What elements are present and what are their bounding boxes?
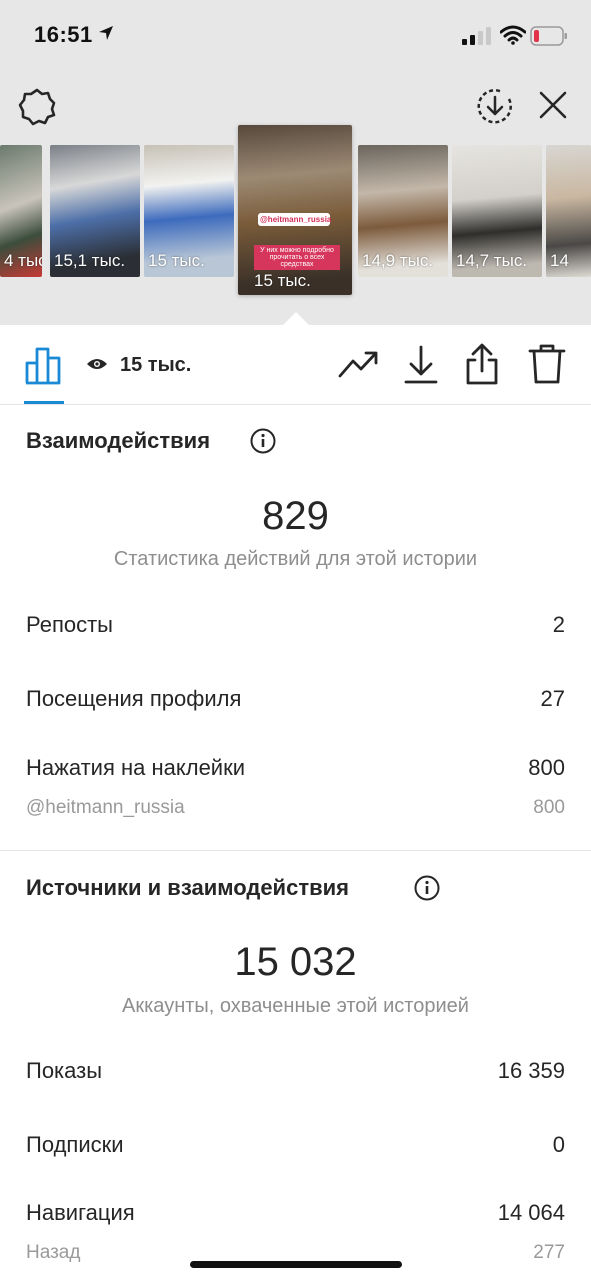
home-indicator[interactable] <box>190 1261 402 1268</box>
cell-signal-icon <box>462 27 491 45</box>
impressions-label: Показы <box>26 1058 103 1083</box>
story-thumbnail[interactable]: 14,9 тыс. <box>358 145 448 277</box>
status-time: 16:51 <box>34 22 93 47</box>
story-thumbnail[interactable]: 14,7 тыс. <box>452 145 542 277</box>
reposts-label: Репосты <box>26 612 113 637</box>
status-bar: 16:51 <box>0 0 591 70</box>
follows-label: Подписки <box>26 1132 124 1157</box>
reach-total: 15 032 <box>234 940 357 984</box>
reach-subtitle: Аккаунты, охваченные этой историей <box>122 995 469 1017</box>
sticker-mention-label: @heitmann_russia <box>26 797 185 818</box>
thumbnail-views: 15,1 тыс. <box>54 251 126 270</box>
story-thumbnail-selected[interactable]: @heitmann_russia У них можно подробно пр… <box>238 125 352 295</box>
interactions-subtitle: Статистика действий для этой истории <box>113 548 478 570</box>
story-toolbar: 15 тыс. <box>0 325 591 405</box>
eye-icon <box>87 359 107 369</box>
thumbnail-views: 14,7 тыс. <box>456 251 528 270</box>
interactions-total: 829 <box>262 494 329 538</box>
navigation-value: 14 064 <box>497 1200 565 1225</box>
info-icon[interactable] <box>414 875 440 901</box>
trend-icon[interactable] <box>338 349 380 379</box>
story-thumbnail[interactable]: 15 тыс. <box>144 145 234 277</box>
reposts-value: 2 <box>552 612 565 637</box>
battery-icon <box>530 26 567 46</box>
sticker-mention-value: 800 <box>533 797 565 818</box>
thumbnail-views: 15 тыс. <box>254 271 311 290</box>
thumbnail-views: 15 тыс. <box>148 251 205 270</box>
discovery-title: Источники и взаимодействия <box>26 875 349 900</box>
impressions-value: 16 359 <box>497 1058 565 1083</box>
back-value: 277 <box>533 1242 565 1263</box>
back-label: Назад <box>26 1242 81 1263</box>
thumbnail-views: 14,9 тыс. <box>362 251 434 270</box>
story-caption: У них можно подробно прочитать о всех ср… <box>254 245 340 270</box>
tab-indicator <box>24 401 64 404</box>
download-icon[interactable] <box>404 345 438 385</box>
bar-chart-icon[interactable] <box>24 345 64 385</box>
close-icon[interactable] <box>538 90 568 120</box>
profile-visits-value: 27 <box>540 686 565 711</box>
info-icon[interactable] <box>250 428 276 454</box>
sticker-taps-label: Нажатия на наклейки <box>26 755 246 780</box>
follows-value: 0 <box>552 1132 565 1157</box>
gear-icon[interactable] <box>18 88 56 126</box>
download-circle-icon[interactable] <box>476 88 514 126</box>
story-thumbnail[interactable]: 15,1 тыс. <box>50 145 140 277</box>
wifi-icon <box>500 25 526 45</box>
selection-pointer <box>282 312 310 326</box>
story-header: 16:51 4 тыс. 15 <box>0 0 591 326</box>
thumbnail-views: 14 <box>550 251 569 270</box>
section-divider <box>0 850 591 851</box>
story-thumbnail-strip: 4 тыс. 15,1 тыс. 15 тыс. @heitmann_russi… <box>0 125 591 295</box>
location-arrow-icon <box>99 26 113 40</box>
story-thumbnail[interactable]: 4 тыс. <box>0 145 42 277</box>
navigation-label: Навигация <box>26 1200 135 1225</box>
story-thumbnail[interactable]: 14 <box>546 145 591 277</box>
share-icon[interactable] <box>464 343 500 385</box>
story-view-count: 15 тыс. <box>120 354 192 376</box>
trash-icon[interactable] <box>528 343 566 385</box>
interactions-title: Взаимодействия <box>26 428 211 453</box>
thumbnail-views: 4 тыс. <box>4 251 42 270</box>
sticker-taps-value: 800 <box>528 755 565 780</box>
mention-sticker: @heitmann_russia <box>258 213 332 226</box>
profile-visits-label: Посещения профиля <box>26 686 242 711</box>
